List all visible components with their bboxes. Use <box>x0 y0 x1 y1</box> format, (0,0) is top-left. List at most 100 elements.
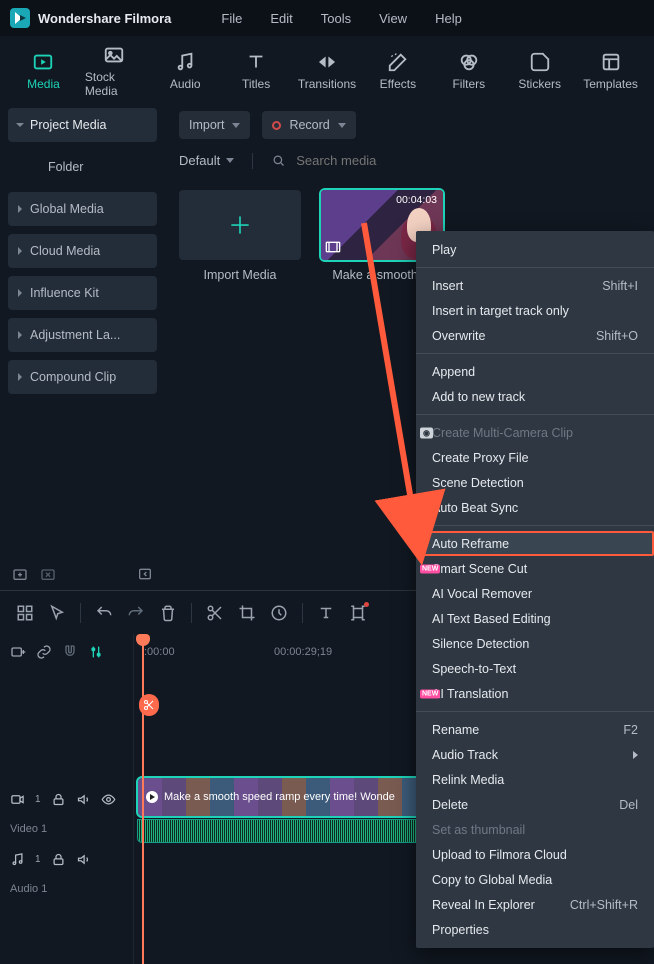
sidebar-item-folder[interactable]: Folder <box>8 150 157 184</box>
tab-stickers[interactable]: Stickers <box>510 42 569 100</box>
tab-stock-media[interactable]: Stock Media <box>85 42 144 100</box>
chevron-right-icon <box>18 373 22 381</box>
sidebar-label-folder: Folder <box>48 160 83 174</box>
ctx-play[interactable]: Play <box>416 237 654 262</box>
audio-track-icon <box>10 852 25 867</box>
ctx-insert[interactable]: InsertShift+I <box>416 273 654 298</box>
sort-dropdown[interactable]: Default <box>179 153 234 168</box>
new-folder-icon[interactable] <box>12 566 28 582</box>
split-icon[interactable] <box>206 604 224 622</box>
track-head-video-1[interactable]: 1 <box>0 778 133 820</box>
media-top-bar: Import Record <box>179 108 654 142</box>
tab-audio[interactable]: Audio <box>156 42 215 100</box>
separator <box>416 711 654 712</box>
sidebar-item-cloud-media[interactable]: Cloud Media <box>8 234 157 268</box>
mute-icon[interactable] <box>76 852 91 867</box>
tab-titles[interactable]: Titles <box>227 42 286 100</box>
menu-tools[interactable]: Tools <box>321 11 351 26</box>
redo-icon[interactable] <box>127 604 145 622</box>
search-input[interactable] <box>294 152 514 169</box>
ctx-smart-scene-cut[interactable]: NEWSmart Scene Cut <box>416 556 654 581</box>
ctx-auto-beat-sync[interactable]: Auto Beat Sync <box>416 495 654 520</box>
ctx-delete[interactable]: DeleteDel <box>416 792 654 817</box>
ctx-overwrite[interactable]: OverwriteShift+O <box>416 323 654 348</box>
cut-marker[interactable] <box>139 694 159 716</box>
ctx-scene-detection[interactable]: Scene Detection <box>416 470 654 495</box>
sidebar-item-adjustment-layer[interactable]: Adjustment La... <box>8 318 157 352</box>
transform-icon[interactable] <box>349 604 367 622</box>
menu-view[interactable]: View <box>379 11 407 26</box>
stickers-icon <box>529 51 551 73</box>
ctx-relink-media[interactable]: Relink Media <box>416 767 654 792</box>
lock-icon[interactable] <box>51 792 66 807</box>
import-dropdown[interactable]: Import <box>179 111 250 139</box>
scissors-icon <box>143 699 155 711</box>
sidebar-item-global-media[interactable]: Global Media <box>8 192 157 226</box>
record-dropdown[interactable]: Record <box>262 111 355 139</box>
ctx-auto-reframe[interactable]: Auto Reframe <box>416 531 654 556</box>
delete-icon[interactable] <box>159 604 177 622</box>
ctx-add-new-track[interactable]: Add to new track <box>416 384 654 409</box>
ctx-ai-vocal-remover[interactable]: AI Vocal Remover <box>416 581 654 606</box>
camera-tag-icon: ◉ <box>420 427 433 438</box>
tile-import-media[interactable]: Import Media <box>179 190 301 282</box>
ctx-create-proxy[interactable]: Create Proxy File <box>416 445 654 470</box>
menu-edit[interactable]: Edit <box>270 11 292 26</box>
tab-titles-label: Titles <box>242 77 270 91</box>
ctx-audio-track[interactable]: Audio Track <box>416 742 654 767</box>
sidebar-item-project-media[interactable]: Project Media <box>8 108 157 142</box>
search-field[interactable] <box>271 152 514 169</box>
sidebar-item-influence-kit[interactable]: Influence Kit <box>8 276 157 310</box>
tab-effects[interactable]: Effects <box>368 42 427 100</box>
tab-transitions[interactable]: Transitions <box>298 42 357 100</box>
ctx-silence-detection[interactable]: Silence Detection <box>416 631 654 656</box>
ctx-insert-target-track[interactable]: Insert in target track only <box>416 298 654 323</box>
tab-templates-label: Templates <box>583 77 638 91</box>
new-tag-icon: NEW <box>420 564 440 573</box>
menu-help[interactable]: Help <box>435 11 462 26</box>
link-icon[interactable] <box>36 644 52 660</box>
new-bin-icon[interactable] <box>40 566 56 582</box>
cursor-icon[interactable] <box>48 604 66 622</box>
collapse-sidebar-icon[interactable] <box>137 566 153 582</box>
sidebar-item-compound-clip[interactable]: Compound Clip <box>8 360 157 394</box>
sidebar-label-adjustment-layer: Adjustment La... <box>30 328 120 342</box>
visibility-icon[interactable] <box>101 792 116 807</box>
add-track-icon[interactable] <box>10 644 26 660</box>
lock-icon[interactable] <box>51 852 66 867</box>
ctx-copy-global[interactable]: Copy to Global Media <box>416 867 654 892</box>
ctx-properties[interactable]: Properties <box>416 917 654 942</box>
ctx-upload-cloud[interactable]: Upload to Filmora Cloud <box>416 842 654 867</box>
ctx-append[interactable]: Append <box>416 359 654 384</box>
import-media-thumb[interactable] <box>179 190 301 260</box>
import-label: Import <box>189 118 224 132</box>
playhead[interactable] <box>142 634 144 964</box>
ctx-ai-translation[interactable]: NEWAI Translation <box>416 681 654 706</box>
chevron-down-icon <box>226 158 234 163</box>
mute-icon[interactable] <box>76 792 91 807</box>
video-track-icon <box>10 792 25 807</box>
app-title: Wondershare Filmora <box>38 11 171 26</box>
separator <box>302 603 303 623</box>
crop-icon[interactable] <box>238 604 256 622</box>
menu-file[interactable]: File <box>221 11 242 26</box>
tab-templates[interactable]: Templates <box>581 42 640 100</box>
ctx-speech-to-text[interactable]: Speech-to-Text <box>416 656 654 681</box>
text-tool-icon[interactable] <box>317 604 335 622</box>
layout-icon[interactable] <box>16 604 34 622</box>
chevron-right-icon <box>18 331 22 339</box>
ctx-reveal-explorer[interactable]: Reveal In ExplorerCtrl+Shift+R <box>416 892 654 917</box>
magnet-icon[interactable] <box>62 644 78 660</box>
sidebar-footer <box>8 560 157 582</box>
auto-ripple-icon[interactable] <box>88 644 104 660</box>
ctx-rename[interactable]: RenameF2 <box>416 717 654 742</box>
filmora-logo-icon <box>10 8 30 28</box>
ctx-ai-text-editing[interactable]: AI Text Based Editing <box>416 606 654 631</box>
video-clip[interactable]: Make a smooth speed ramp every time! Won… <box>138 778 430 816</box>
tab-media[interactable]: Media <box>14 42 73 100</box>
undo-icon[interactable] <box>95 604 113 622</box>
track-head-audio-1[interactable]: 1 <box>0 838 133 880</box>
tab-filters[interactable]: Filters <box>439 42 498 100</box>
speed-icon[interactable] <box>270 604 288 622</box>
audio-clip[interactable] <box>138 820 430 842</box>
